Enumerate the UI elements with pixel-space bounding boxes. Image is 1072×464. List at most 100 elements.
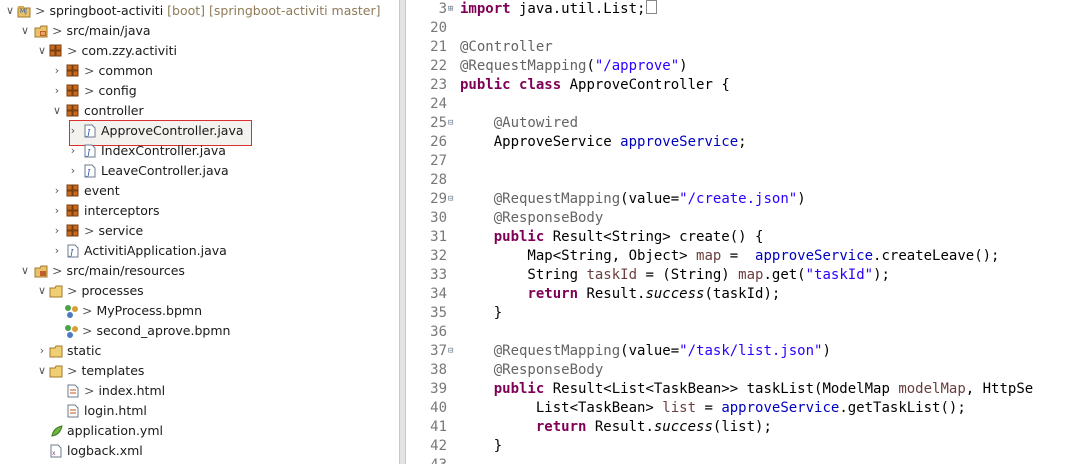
tree-item-myprocess-bpmn[interactable]: > MyProcess.bpmn (0, 301, 399, 321)
chevron-down-icon[interactable]: ∨ (4, 1, 16, 21)
tree-item-activitiapplication-java[interactable]: › J ActivitiApplication.java (0, 241, 399, 261)
folder-icon (49, 344, 63, 358)
chevron-right-icon[interactable]: › (51, 81, 63, 101)
code-line[interactable]: 37 ⊟ @RequestMapping(value="/task/list.js… (406, 342, 1072, 361)
tree-item-controller[interactable]: ∨ controller (0, 101, 399, 121)
code-line[interactable]: 33 String taskId = (String) map.get("tas… (406, 266, 1072, 285)
tree-item-name: service (98, 223, 144, 238)
code-line[interactable]: 22 @RequestMapping("/approve") (406, 57, 1072, 76)
collapsed-imports-marker[interactable] (646, 0, 658, 14)
chevron-right-icon[interactable]: › (51, 181, 63, 201)
tree-item-event[interactable]: › event (0, 181, 399, 201)
chevron-right-icon[interactable]: › (51, 241, 63, 261)
chevron-down-icon[interactable]: ∨ (19, 21, 31, 41)
tree-item-com-zzy-activiti[interactable]: ∨ > com.zzy.activiti (0, 41, 399, 61)
chevron-down-icon[interactable]: ∨ (36, 281, 48, 301)
code-text: @Controller (460, 39, 553, 55)
code-line[interactable]: 35 } (406, 304, 1072, 323)
chevron-right-icon[interactable]: › (51, 61, 63, 81)
tree-item-login-html[interactable]: login.html (0, 401, 399, 421)
tree-item-leavecontroller-java[interactable]: › J LeaveController.java (0, 161, 399, 181)
code-line[interactable]: 34 return Result.success(taskId); (406, 285, 1072, 304)
tree-item-name: controller (84, 103, 144, 118)
tree-item-label: > MyProcess.bpmn (82, 301, 202, 321)
svg-text:x: x (52, 450, 56, 457)
chevron-right-icon[interactable]: › (67, 121, 79, 141)
code-line[interactable]: 20 (406, 19, 1072, 38)
tree-item-src-main-java[interactable]: ∨ > src/main/java (0, 21, 399, 41)
tree-item-label: application.yml (67, 421, 163, 441)
chevron-right-icon[interactable]: › (51, 201, 63, 221)
tree-item-templates[interactable]: ∨ > templates (0, 361, 399, 381)
git-change-marker: > (84, 63, 99, 78)
tree-item-index-html[interactable]: > index.html (0, 381, 399, 401)
git-change-marker: > (52, 23, 67, 38)
line-number: 21 (430, 39, 447, 55)
chevron-down-icon[interactable]: ∨ (51, 101, 63, 121)
line-number: 28 (430, 172, 447, 188)
fold-expand-icon[interactable]: ⊞ (448, 0, 457, 19)
code-line[interactable]: 39 public Result<List<TaskBean>> taskLis… (406, 380, 1072, 399)
code-line[interactable]: 21 @Controller (406, 38, 1072, 57)
code-line[interactable]: 31 public Result<String> create() { (406, 228, 1072, 247)
chevron-right-icon[interactable]: › (67, 141, 79, 161)
tree-item-second-aprove-bpmn[interactable]: > second_aprove.bpmn (0, 321, 399, 341)
tree-item-label: controller (84, 101, 144, 121)
tree-item-label: static (67, 341, 101, 361)
git-change-marker: > (82, 323, 97, 338)
code-line[interactable]: 3 ⊞ import java.util.List; (406, 0, 1072, 19)
fold-collapse-icon[interactable]: ⊟ (448, 190, 457, 209)
code-text: List<TaskBean> list = approveService.get… (460, 400, 966, 416)
chevron-right-icon[interactable]: › (36, 341, 48, 361)
code-line[interactable]: 28 (406, 171, 1072, 190)
tree-item-approvecontroller-java[interactable]: › J ApproveController.java (0, 121, 399, 141)
tree-item-interceptors[interactable]: › interceptors (0, 201, 399, 221)
line-number: 39 (430, 381, 447, 397)
tree-item-logback-xml[interactable]: x logback.xml (0, 441, 399, 461)
code-line[interactable]: 41 return Result.success(list); (406, 418, 1072, 437)
tree-item-processes[interactable]: ∨ > processes (0, 281, 399, 301)
chevron-right-icon[interactable]: › (51, 221, 63, 241)
chevron-down-icon[interactable]: ∨ (36, 41, 48, 61)
tree-item-name: logback.xml (67, 443, 143, 458)
code-line[interactable]: 24 (406, 95, 1072, 114)
tree-item-springboot-activiti[interactable]: ∨ MJ > springboot-activiti [boot] [springb… (0, 1, 399, 21)
html-file-icon (66, 384, 80, 398)
tree-item-service[interactable]: › > service (0, 221, 399, 241)
code-editor[interactable]: 3 ⊞ import java.util.List; 20 21 @Controller 2… (406, 0, 1072, 464)
code-line[interactable]: 27 (406, 152, 1072, 171)
code-line[interactable]: 26 ApproveService approveService; (406, 133, 1072, 152)
tree-item-config[interactable]: › > config (0, 81, 399, 101)
chevron-down-icon[interactable]: ∨ (36, 361, 48, 381)
project-decoration: [boot] [springboot-activiti master] (163, 3, 381, 18)
fold-collapse-icon[interactable]: ⊟ (448, 342, 457, 361)
code-line[interactable]: 42 } (406, 437, 1072, 456)
code-line[interactable]: 30 @ResponseBody (406, 209, 1072, 228)
tree-item-indexcontroller-java[interactable]: › J IndexController.java (0, 141, 399, 161)
tree-item-application-yml[interactable]: application.yml (0, 421, 399, 441)
java-file-icon: J (83, 124, 97, 138)
pane-divider[interactable] (399, 0, 406, 464)
tree-item-name: MyProcess.bpmn (96, 303, 202, 318)
package-icon (66, 184, 80, 198)
git-change-marker: > (67, 43, 82, 58)
tree-item-src-main-resources[interactable]: ∨ > src/main/resources (0, 261, 399, 281)
tree-item-label: logback.xml (67, 441, 143, 461)
chevron-right-icon[interactable]: › (67, 161, 79, 181)
code-line[interactable]: 29 ⊟ @RequestMapping(value="/create.json"… (406, 190, 1072, 209)
tree-item-label: > index.html (84, 381, 165, 401)
code-line[interactable]: 25 ⊟ @Autowired (406, 114, 1072, 133)
tree-item-static[interactable]: › static (0, 341, 399, 361)
package-icon (66, 84, 80, 98)
code-line[interactable]: 38 @ResponseBody (406, 361, 1072, 380)
code-line[interactable]: 40 List<TaskBean> list = approveService.… (406, 399, 1072, 418)
tree-item-label: login.html (84, 401, 147, 421)
code-line[interactable]: 23 public class ApproveController { (406, 76, 1072, 95)
code-line[interactable]: 36 (406, 323, 1072, 342)
fold-collapse-icon[interactable]: ⊟ (448, 114, 457, 133)
tree-item-common[interactable]: › > common (0, 61, 399, 81)
chevron-down-icon[interactable]: ∨ (19, 261, 31, 281)
code-line[interactable]: 43 (406, 456, 1072, 464)
code-line[interactable]: 32 Map<String, Object> map = approveServ… (406, 247, 1072, 266)
git-change-marker: > (82, 303, 97, 318)
